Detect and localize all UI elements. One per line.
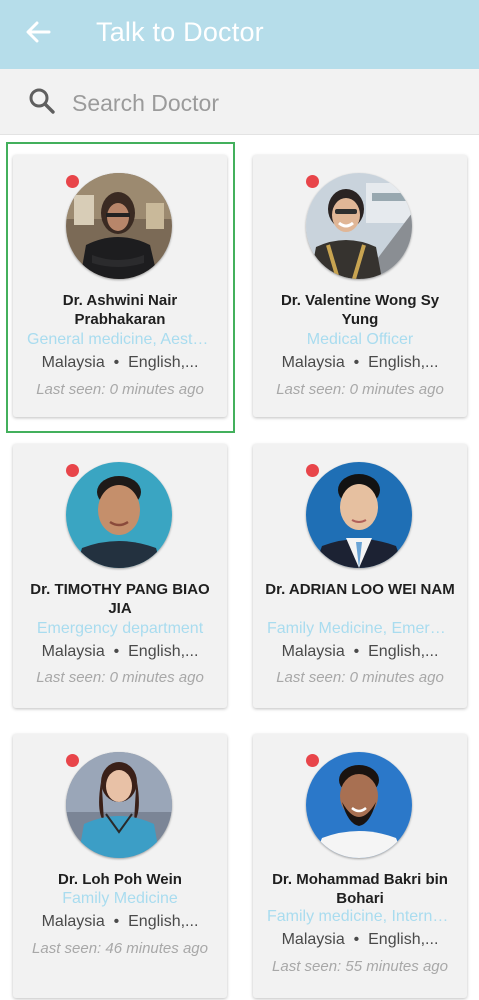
doctor-location: Malaysia (281, 643, 345, 660)
doctor-name: Dr. Mohammad Bakri bin Bohari (272, 871, 448, 907)
doctor-card[interactable]: Dr. TIMOTHY PANG BIAO JIA Emergency depa… (13, 444, 227, 708)
doctor-location-languages: Malaysia • English,... (281, 354, 439, 371)
doctor-card[interactable]: Dr. Mohammad Bakri bin Bohari Family med… (253, 734, 467, 998)
doctor-specialty: General medicine, Aesthetic medicine (27, 331, 213, 348)
doctor-card[interactable]: Dr. Valentine Wong Sy Yung Medical Offic… (253, 155, 467, 417)
doctor-last-seen: Last seen: 46 minutes ago (32, 940, 208, 957)
doctor-card[interactable]: Dr. ADRIAN LOO WEI NAM Family Medicine, … (253, 444, 467, 708)
doctor-name: Dr. Loh Poh Wein (58, 871, 182, 888)
doctor-specialty: Family Medicine, Emergency (267, 620, 453, 637)
doctor-location: Malaysia (41, 913, 105, 930)
doctor-specialty: Emergency department (36, 620, 204, 637)
search-bar (0, 69, 479, 135)
search-icon[interactable] (28, 87, 56, 115)
doctor-specialty: Medical Officer (306, 331, 414, 348)
status-dot (66, 464, 79, 477)
avatar (306, 462, 412, 568)
doctor-location-languages: Malaysia • English,... (41, 913, 199, 930)
doctor-last-seen: Last seen: 55 minutes ago (272, 958, 448, 975)
status-dot (306, 464, 319, 477)
doctor-location: Malaysia (41, 354, 105, 371)
doctor-specialty: Family Medicine (62, 890, 178, 907)
doctor-location-languages: Malaysia • English,... (41, 354, 199, 371)
doctor-name: Dr. Ashwini Nair Prabhakaran (62, 292, 178, 328)
back-button[interactable] (22, 16, 54, 48)
doctor-languages: English,... (368, 931, 439, 948)
arrow-left-icon (26, 21, 51, 43)
doctor-location-languages: Malaysia • English,... (281, 931, 439, 948)
doctor-languages: English,... (368, 643, 439, 660)
doctor-languages: English,... (128, 643, 199, 660)
avatar (306, 173, 412, 279)
doctor-last-seen: Last seen: 0 minutes ago (276, 669, 444, 686)
doctor-last-seen: Last seen: 0 minutes ago (276, 381, 444, 398)
avatar (66, 752, 172, 858)
avatar (66, 462, 172, 568)
doctor-specialty: Family medicine, Internal medicine (267, 908, 453, 925)
doctor-location-languages: Malaysia • English,... (281, 643, 439, 660)
avatar (66, 173, 172, 279)
search-input[interactable] (72, 83, 452, 123)
doctor-languages: English,... (128, 913, 199, 930)
status-dot (66, 754, 79, 767)
doctor-last-seen: Last seen: 0 minutes ago (36, 669, 204, 686)
doctor-card[interactable]: Dr. Loh Poh Wein Family Medicine Malaysi… (13, 734, 227, 998)
page-title: Talk to Doctor (96, 17, 264, 47)
doctor-location: Malaysia (281, 354, 345, 371)
avatar (306, 752, 412, 858)
status-dot (66, 175, 79, 188)
doctor-location: Malaysia (41, 643, 105, 660)
app-bar: Talk to Doctor (0, 0, 479, 69)
doctor-card[interactable]: Dr. Ashwini Nair Prabhakaran General med… (13, 155, 227, 417)
status-dot (306, 754, 319, 767)
status-dot (306, 175, 319, 188)
doctor-location: Malaysia (281, 931, 345, 948)
doctor-last-seen: Last seen: 0 minutes ago (36, 381, 204, 398)
doctor-languages: English,... (368, 354, 439, 371)
doctor-location-languages: Malaysia • English,... (41, 643, 199, 660)
doctor-name: Dr. Valentine Wong Sy Yung (280, 292, 440, 328)
doctor-languages: English,... (128, 354, 199, 371)
doctor-name: Dr. ADRIAN LOO WEI NAM (265, 581, 455, 598)
doctor-name: Dr. TIMOTHY PANG BIAO JIA (30, 581, 210, 617)
